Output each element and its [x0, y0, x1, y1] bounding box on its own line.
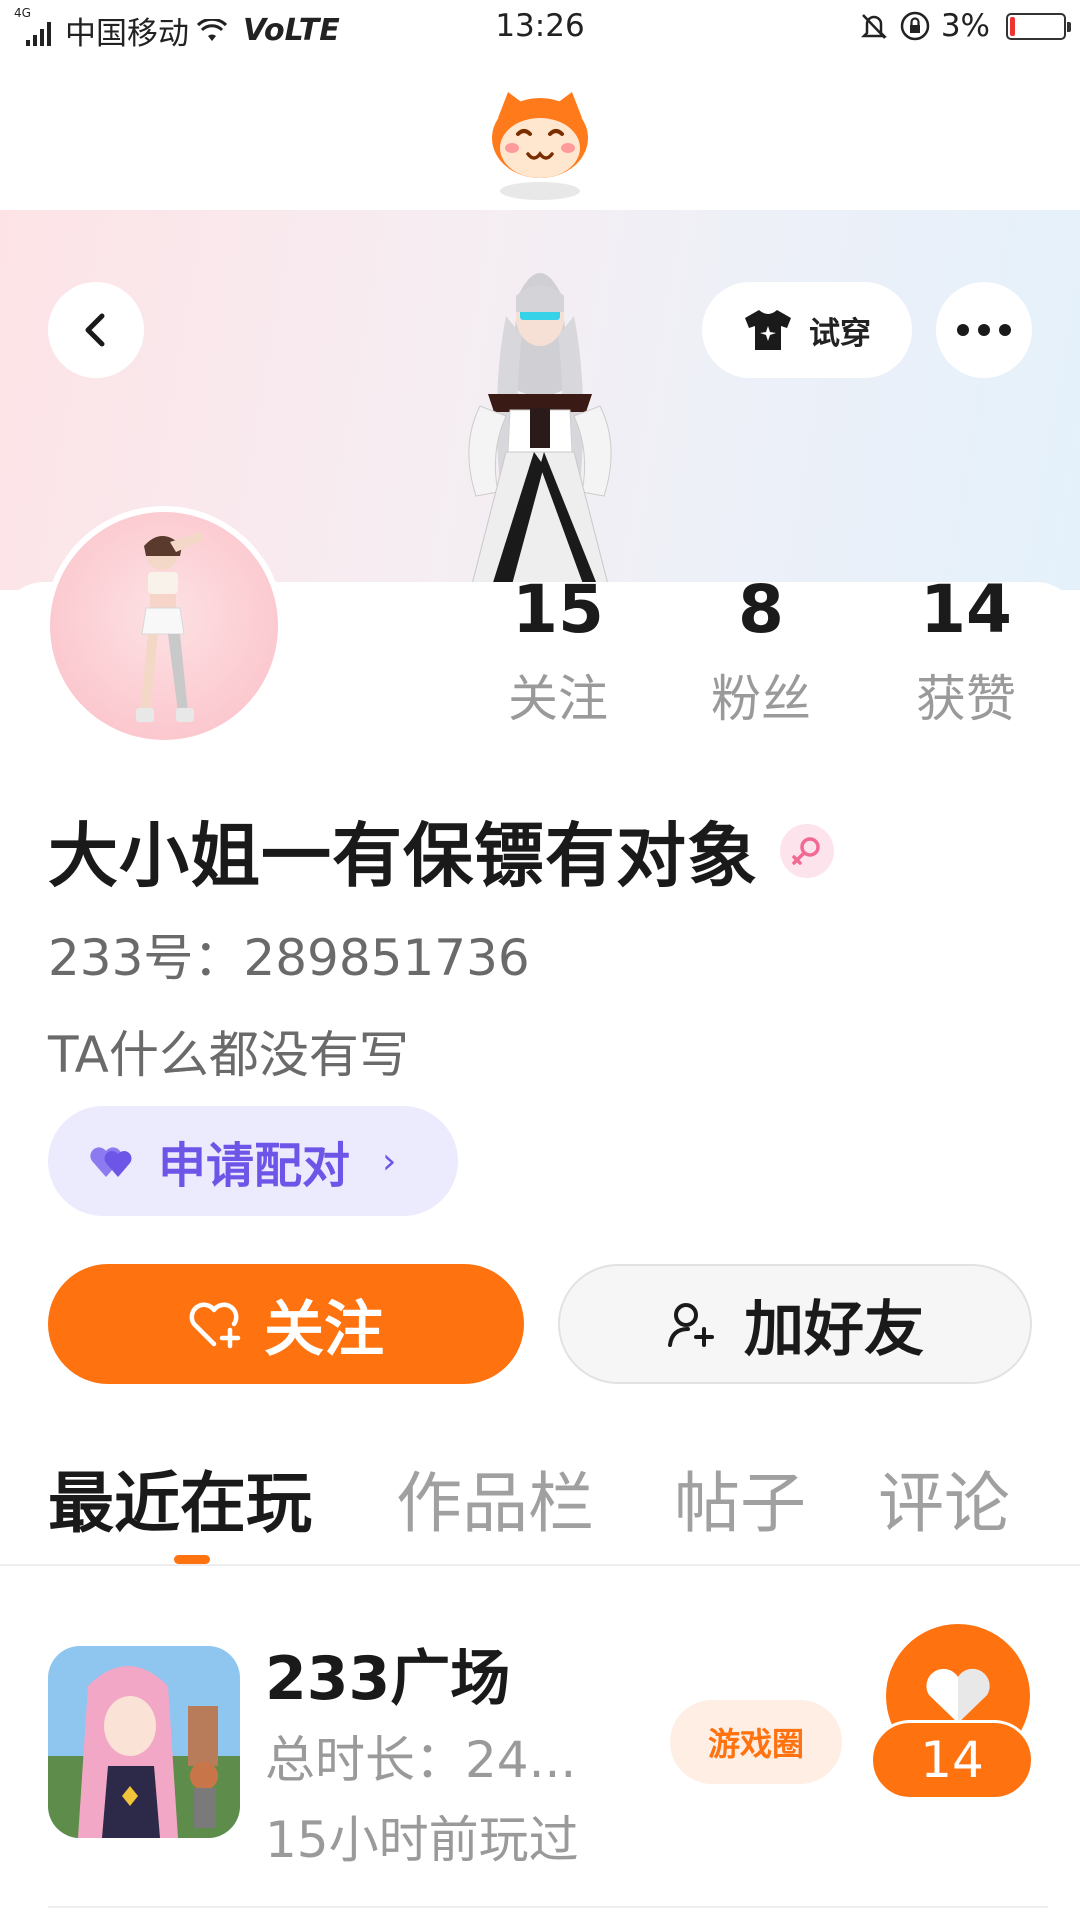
fans-label: 粉丝 — [711, 670, 811, 728]
avatar-3d-figure — [468, 273, 612, 592]
list-divider — [48, 1906, 1048, 1908]
tab-works[interactable]: 作品栏 — [396, 1450, 594, 1546]
likes-label: 获赞 — [916, 670, 1016, 728]
avatar-image — [50, 512, 278, 740]
follow-button[interactable]: 关注 — [48, 1264, 524, 1384]
stat-likes[interactable]: 14 获赞 — [886, 570, 1046, 734]
likes-count: 14 — [920, 571, 1012, 648]
add-user-icon — [668, 1303, 714, 1347]
follow-label: 关注 — [264, 1294, 384, 1365]
add-friend-label: 加好友 — [744, 1294, 924, 1365]
battery-percent: 3% — [940, 8, 990, 44]
pair-request-button[interactable]: 申请配对 › — [48, 1106, 458, 1216]
pair-request-label: 申请配对 — [158, 1138, 351, 1194]
game-like-count: 14 — [870, 1720, 1034, 1800]
profile-tabs: 最近在玩 作品栏 帖子 评论 — [0, 1450, 1080, 1566]
game-icon — [48, 1646, 240, 1838]
active-tab-indicator — [174, 1555, 210, 1564]
female-gender-icon — [780, 823, 834, 878]
game-like-button[interactable]: 14 — [862, 1624, 1034, 1804]
status-right: 3% — [859, 8, 1071, 44]
try-on-label: 试穿 — [809, 315, 871, 352]
chevron-left-icon — [85, 313, 105, 347]
chevron-right-icon: › — [382, 1140, 397, 1182]
back-button[interactable] — [48, 282, 144, 378]
add-friend-button[interactable]: 加好友 — [558, 1264, 1032, 1384]
stat-following[interactable]: 15 关注 — [478, 570, 638, 734]
heart-plus-icon — [189, 1302, 241, 1349]
more-button[interactable] — [936, 282, 1032, 378]
stat-fans[interactable]: 8 粉丝 — [681, 570, 841, 734]
fans-count: 8 — [738, 571, 784, 648]
tab-posts[interactable]: 帖子 — [674, 1450, 806, 1546]
more-dots-icon — [957, 324, 1011, 336]
try-on-button[interactable]: 试穿 — [702, 282, 912, 378]
avatar[interactable] — [44, 506, 284, 746]
game-last-played: 15小时前玩过 — [265, 1811, 579, 1869]
tab-comments[interactable]: 评论 — [878, 1450, 1010, 1546]
user-name: 大小姐一有保镖有对象 — [48, 815, 758, 897]
mute-bell-icon — [860, 14, 887, 39]
tabs-divider — [0, 1564, 1080, 1566]
double-heart-icon — [90, 1147, 132, 1177]
status-bar: 4G 中国移动 VoLTE 13:26 3% — [0, 0, 1080, 56]
user-bio: TA什么都没有写 — [48, 1026, 409, 1084]
app-mascot-logo — [492, 92, 588, 200]
game-name: 233广场 — [265, 1644, 511, 1714]
game-circle-button[interactable]: 游戏圈 — [670, 1700, 842, 1784]
shirt-icon — [745, 310, 791, 350]
following-label: 关注 — [508, 670, 608, 728]
user-id: 233号：289851736 — [48, 929, 530, 987]
name-row: 大小姐一有保镖有对象 — [48, 800, 834, 901]
tab-recently-played[interactable]: 最近在玩 — [48, 1450, 312, 1546]
avatar-figure — [136, 532, 204, 722]
following-count: 15 — [512, 571, 604, 648]
rotation-lock-icon — [900, 11, 930, 41]
list-item[interactable]: 233广场 总时长：24... 15小时前玩过 游戏圈 14 — [0, 1600, 1080, 1900]
game-playtime: 总时长：24... — [265, 1731, 577, 1789]
battery-icon — [1006, 12, 1071, 40]
